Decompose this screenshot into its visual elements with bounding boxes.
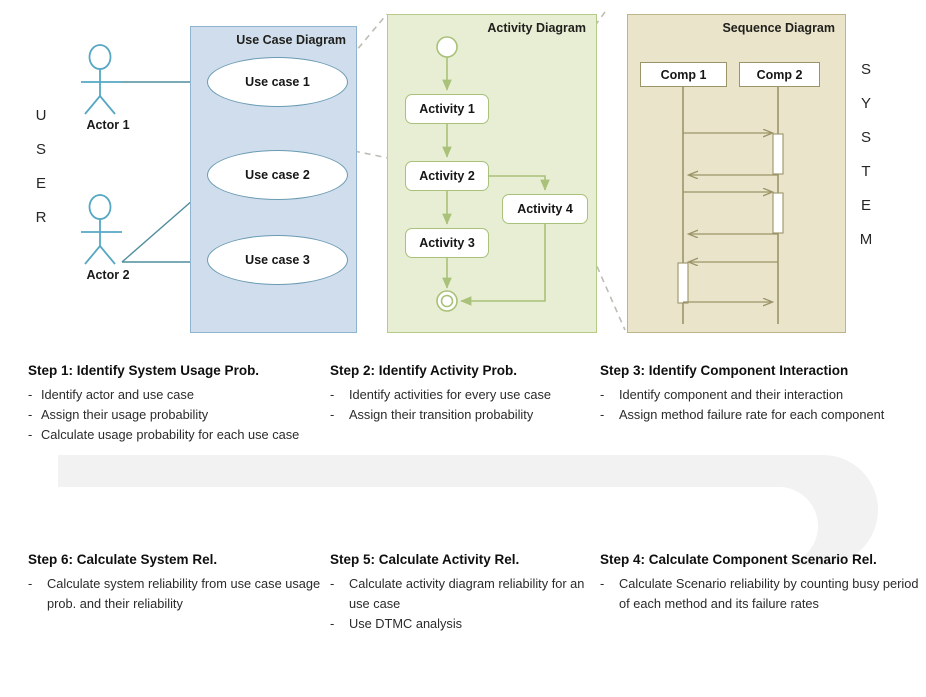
- step-6-list: Calculate system reliability from use ca…: [28, 574, 328, 614]
- step-4-list: Calculate Scenario reliability by counti…: [600, 574, 920, 614]
- activity-node-2-label: Activity 2: [419, 169, 475, 183]
- system-side-label: S Y S T E M: [855, 62, 877, 266]
- activity-node-3-label: Activity 3: [419, 236, 475, 250]
- step-1-block: Step 1: Identify System Usage Prob. Iden…: [28, 363, 328, 445]
- step-3-title: Step 3: Identify Component Interaction: [600, 363, 849, 378]
- step-1-list: Identify actor and use case Assign their…: [28, 385, 328, 445]
- sequence-component-2-label: Comp 2: [756, 67, 803, 82]
- user-side-label: U S E R: [30, 108, 52, 244]
- step-4-item: Calculate Scenario reliability by counti…: [600, 574, 920, 614]
- step-4-title: Step 4: Calculate Component Scenario Rel…: [600, 552, 877, 567]
- diagram-canvas: U S E R S Y S T E M Actor 1 Actor 2 Use …: [0, 0, 926, 697]
- activity-node-4-label: Activity 4: [517, 202, 573, 216]
- activity-node-3[interactable]: Activity 3: [405, 228, 489, 258]
- system-letter: T: [861, 163, 871, 180]
- actor-1: Actor 1: [78, 44, 138, 132]
- activity-node-4[interactable]: Activity 4: [502, 194, 588, 224]
- activity-node-1[interactable]: Activity 1: [405, 94, 489, 124]
- step-1-item: Identify actor and use case: [28, 385, 328, 405]
- system-letter: E: [860, 197, 871, 214]
- step-2-block: Step 2: Identify Activity Prob. Identify…: [330, 363, 598, 425]
- use-case-3[interactable]: Use case 3: [207, 235, 348, 285]
- step-3-item: Assign method failure rate for each comp…: [600, 405, 920, 425]
- step-6-title: Step 6: Calculate System Rel.: [28, 552, 218, 567]
- use-case-diagram-title: Use Case Diagram: [236, 33, 346, 47]
- activity-diagram-title: Activity Diagram: [487, 21, 586, 35]
- step-1-title: Step 1: Identify System Usage Prob.: [28, 363, 260, 378]
- actor-stick-figure-icon: [81, 44, 122, 115]
- step-3-block: Step 3: Identify Component Interaction I…: [600, 363, 920, 425]
- user-letter: R: [35, 209, 47, 226]
- step-2-item: Assign their transition probability: [330, 405, 598, 425]
- uml-diagram-row: U S E R S Y S T E M Actor 1 Actor 2 Use …: [0, 0, 926, 348]
- step-5-block: Step 5: Calculate Activity Rel. Calculat…: [330, 552, 598, 634]
- step-4-block: Step 4: Calculate Component Scenario Rel…: [600, 552, 920, 614]
- step-5-list: Calculate activity diagram reliability f…: [330, 574, 598, 634]
- step-6-block: Step 6: Calculate System Rel. Calculate …: [28, 552, 328, 614]
- step-5-item: Use DTMC analysis: [330, 614, 598, 634]
- use-case-3-label: Use case 3: [245, 253, 310, 267]
- actor-2-label: Actor 2: [86, 268, 130, 282]
- actor-stick-figure-icon: [81, 194, 122, 265]
- step-6-item: Calculate system reliability from use ca…: [28, 574, 328, 614]
- system-letter: S: [860, 61, 871, 78]
- system-letter: Y: [860, 95, 871, 112]
- sequence-diagram-title: Sequence Diagram: [722, 21, 835, 35]
- system-letter: M: [859, 231, 873, 248]
- activity-node-2[interactable]: Activity 2: [405, 161, 489, 191]
- use-case-1-label: Use case 1: [245, 75, 310, 89]
- system-letter: S: [860, 129, 871, 146]
- use-case-2[interactable]: Use case 2: [207, 150, 348, 200]
- step-1-item: Assign their usage probability: [28, 405, 328, 425]
- step-5-item: Calculate activity diagram reliability f…: [330, 574, 598, 614]
- step-2-list: Identify activities for every use case A…: [330, 385, 598, 425]
- step-3-list: Identify component and their interaction…: [600, 385, 920, 425]
- actor-1-label: Actor 1: [86, 118, 130, 132]
- step-3-item: Identify component and their interaction: [600, 385, 920, 405]
- step-5-title: Step 5: Calculate Activity Rel.: [330, 552, 520, 567]
- sequence-component-2[interactable]: Comp 2: [739, 62, 820, 87]
- use-case-2-label: Use case 2: [245, 168, 310, 182]
- activity-node-1-label: Activity 1: [419, 102, 475, 116]
- sequence-component-1-label: Comp 1: [660, 67, 707, 82]
- user-letter: S: [35, 141, 46, 158]
- actor-2: Actor 2: [78, 194, 138, 282]
- sequence-component-1[interactable]: Comp 1: [640, 62, 727, 87]
- step-2-item: Identify activities for every use case: [330, 385, 598, 405]
- use-case-1[interactable]: Use case 1: [207, 57, 348, 107]
- step-2-title: Step 2: Identify Activity Prob.: [330, 363, 518, 378]
- user-letter: E: [35, 175, 46, 192]
- step-1-item: Calculate usage probability for each use…: [28, 425, 328, 445]
- user-letter: U: [35, 107, 47, 124]
